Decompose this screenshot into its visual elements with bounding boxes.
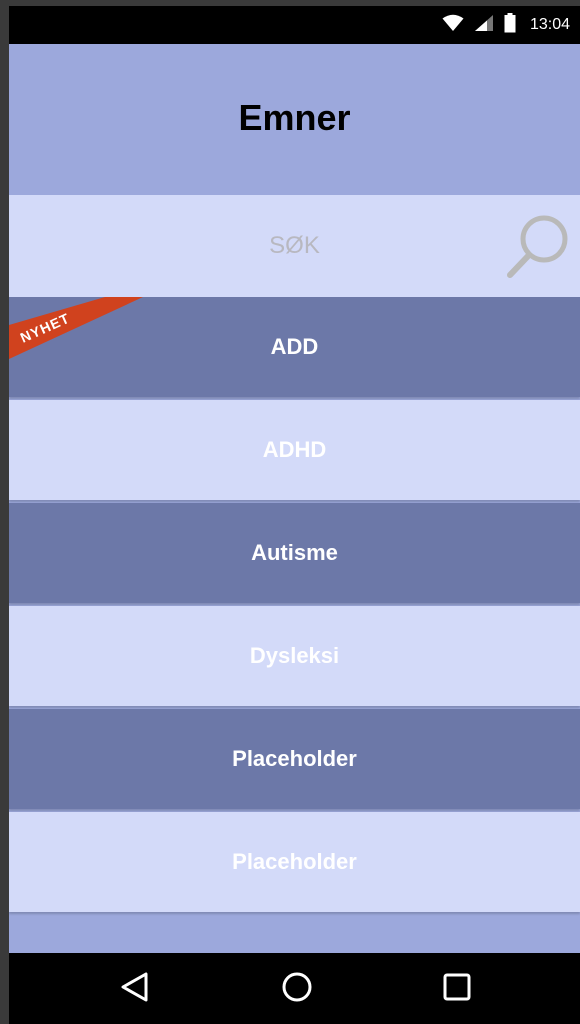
search-input[interactable] (9, 195, 580, 297)
topic-label: ADD (270, 334, 319, 359)
header: Emner (9, 44, 580, 195)
cellular-signal-icon (474, 14, 494, 37)
topic-label: Placeholder (232, 849, 357, 874)
navigation-bar (9, 953, 580, 1024)
home-button[interactable] (275, 967, 319, 1011)
recents-icon (440, 970, 474, 1009)
status-time: 13:04 (529, 16, 570, 33)
new-badge-ribbon: NYHET (9, 297, 149, 363)
battery-icon (504, 12, 516, 38)
topic-list: NYHET ADD ADHD Autisme Dysleksi Placehol… (9, 297, 580, 915)
app-screen: 13:04 Emner NYHET (9, 6, 580, 1024)
topic-label: Dysleksi (249, 643, 340, 668)
topic-item-placeholder-1[interactable]: Placeholder (9, 709, 580, 809)
back-button[interactable] (113, 967, 157, 1011)
topic-label: Placeholder (232, 746, 357, 771)
status-bar: 13:04 (9, 6, 580, 44)
phone-frame: 13:04 Emner NYHET (0, 0, 580, 1024)
home-icon (280, 970, 314, 1009)
search-icon[interactable] (506, 213, 572, 279)
topic-item-add[interactable]: NYHET ADD (9, 297, 580, 397)
topic-label: Autisme (251, 540, 338, 565)
topic-item-placeholder-2[interactable]: Placeholder (9, 812, 580, 912)
topic-label: ADHD (262, 437, 327, 462)
status-icons: 13:04 (442, 6, 570, 44)
search-bar (9, 195, 580, 297)
topic-item-dysleksi[interactable]: Dysleksi (9, 606, 580, 706)
topic-item-autisme[interactable]: Autisme (9, 503, 580, 603)
back-icon (118, 970, 152, 1009)
page-title: Emner (238, 96, 351, 138)
topic-item-adhd[interactable]: ADHD (9, 400, 580, 500)
wifi-icon (442, 14, 464, 37)
recents-button[interactable] (435, 967, 479, 1011)
